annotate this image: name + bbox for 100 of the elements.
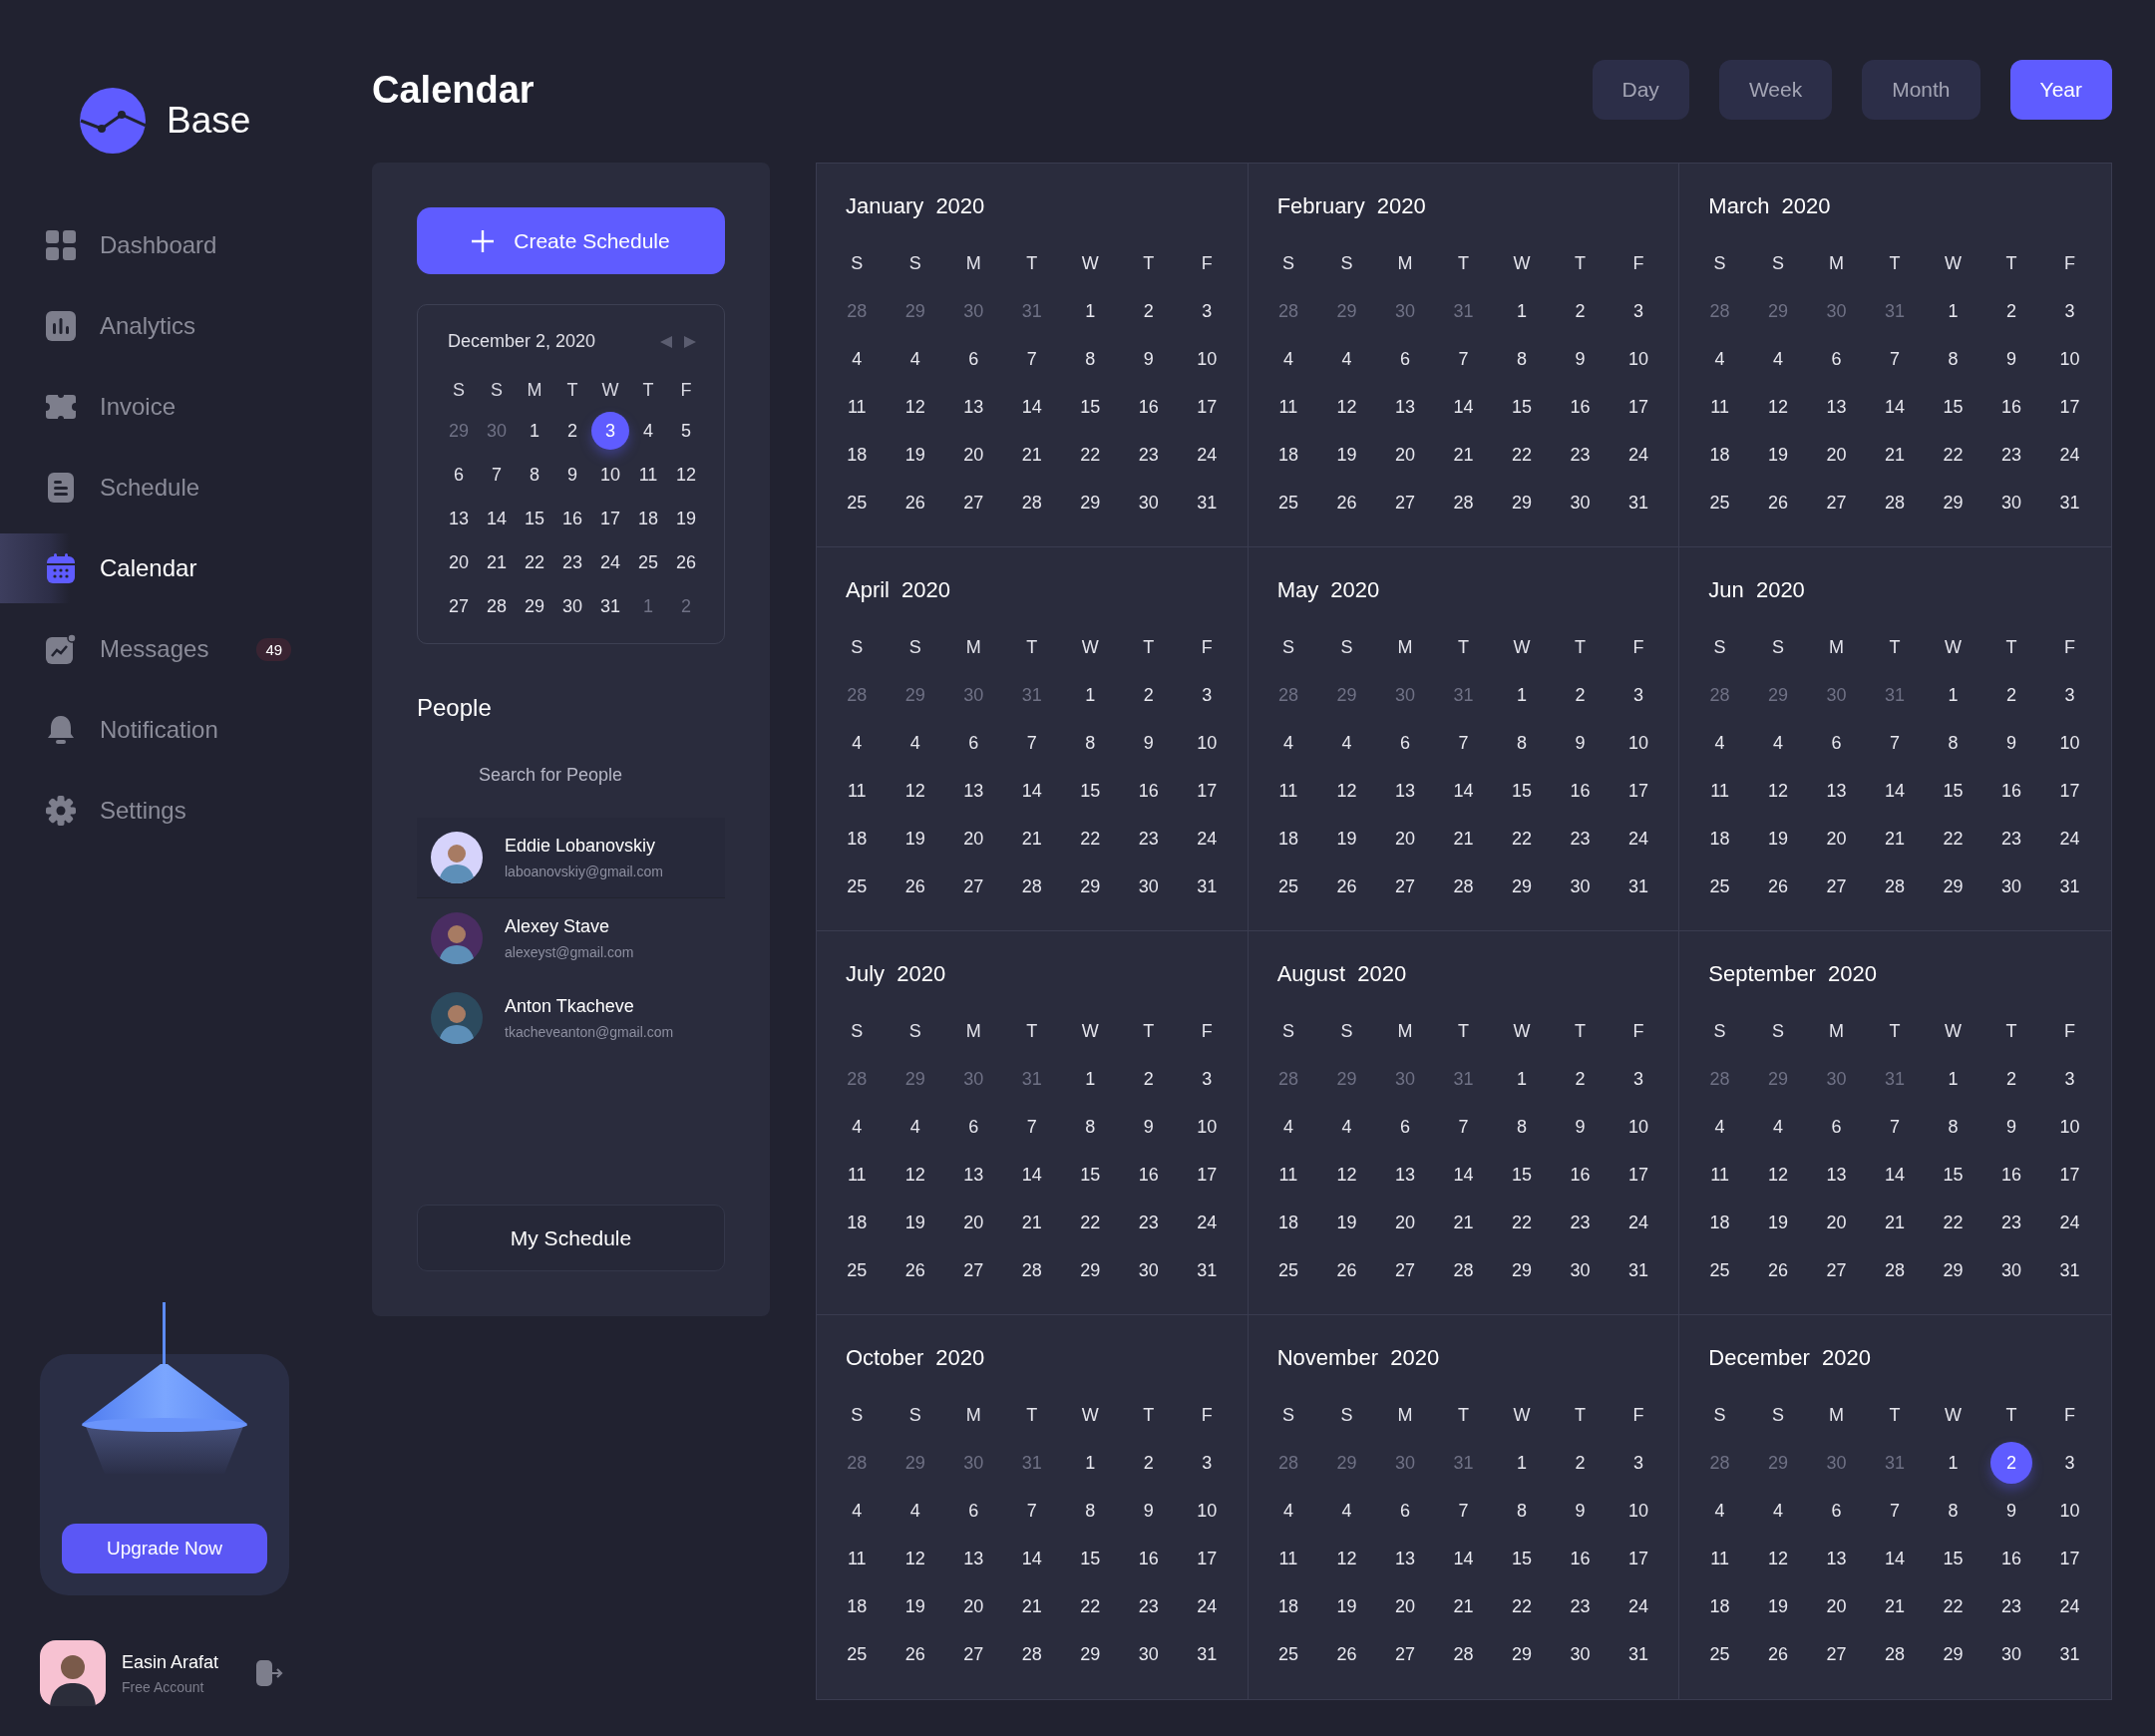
calendar-day[interactable]: 6 [1383,338,1426,380]
calendar-day[interactable]: 19 [1757,818,1800,860]
calendar-day[interactable]: 28 [1442,1633,1485,1675]
calendar-day[interactable]: 4 [1266,722,1309,764]
calendar-day[interactable]: 4 [1325,1106,1368,1148]
calendar-day[interactable]: 24 [591,543,629,581]
calendar-day[interactable]: 1 [1500,1442,1543,1484]
nav-item[interactable]: Settings [0,776,312,846]
calendar-day[interactable]: 24 [1616,818,1659,860]
calendar-day[interactable]: 18 [629,500,667,537]
calendar-day[interactable]: 3 [2048,674,2091,716]
calendar-day[interactable]: 6 [1383,1106,1426,1148]
calendar-day[interactable]: 11 [1698,1538,1741,1579]
calendar-day[interactable]: 28 [1010,482,1053,523]
calendar-day[interactable]: 17 [1616,1538,1659,1579]
calendar-day[interactable]: 25 [836,866,879,907]
calendar-day[interactable]: 16 [1127,386,1170,428]
calendar-day[interactable]: 22 [516,543,553,581]
calendar-day[interactable]: 29 [1500,866,1543,907]
calendar-day[interactable]: 19 [1325,434,1368,476]
calendar-day[interactable]: 4 [1757,722,1800,764]
calendar-day[interactable]: 26 [667,543,705,581]
calendar-day[interactable]: 9 [1127,1490,1170,1532]
calendar-day[interactable]: 26 [1325,482,1368,523]
calendar-day[interactable]: 17 [1616,386,1659,428]
calendar-day[interactable]: 28 [1874,866,1917,907]
calendar-day[interactable]: 28 [478,587,516,625]
calendar-day[interactable]: 11 [836,770,879,812]
calendar-day[interactable]: 8 [1500,1106,1543,1148]
calendar-day[interactable]: 2 [1559,1442,1602,1484]
calendar-day[interactable]: 31 [1616,1633,1659,1675]
calendar-day[interactable]: 15 [1069,1538,1112,1579]
calendar-day[interactable]: 4 [1757,338,1800,380]
calendar-day[interactable]: 21 [1010,1202,1053,1243]
calendar-day[interactable]: 3 [2048,1442,2091,1484]
calendar-day[interactable]: 17 [1186,386,1229,428]
calendar-day[interactable]: 26 [1757,866,1800,907]
calendar-day[interactable]: 1 [1069,290,1112,332]
calendar-day[interactable]: 12 [1325,1538,1368,1579]
calendar-day[interactable]: 27 [1815,866,1858,907]
calendar-day[interactable]: 15 [516,500,553,537]
calendar-day[interactable]: 14 [1442,386,1485,428]
calendar-day[interactable]: 31 [1616,1249,1659,1291]
calendar-day[interactable]: 18 [1698,1202,1741,1243]
calendar-day[interactable]: 16 [1559,386,1602,428]
calendar-day[interactable]: 30 [1127,1633,1170,1675]
calendar-day[interactable]: 4 [894,1490,936,1532]
calendar-day[interactable]: 1 [516,412,553,450]
calendar-day[interactable]: 17 [1186,770,1229,812]
calendar-day[interactable]: 21 [1874,1585,1917,1627]
calendar-day[interactable]: 21 [1874,818,1917,860]
calendar-day[interactable]: 6 [952,1490,995,1532]
calendar-day[interactable]: 30 [1559,1633,1602,1675]
calendar-day[interactable]: 1 [1932,290,1975,332]
calendar-day[interactable]: 20 [1815,434,1858,476]
nav-item[interactable]: Invoice [0,372,312,442]
calendar-day[interactable]: 24 [1616,1585,1659,1627]
calendar-day[interactable]: 10 [1186,722,1229,764]
calendar-day[interactable]: 3 [1616,674,1659,716]
calendar-day[interactable]: 11 [1698,1154,1741,1196]
calendar-day[interactable]: 9 [1990,1490,2033,1532]
calendar-day[interactable]: 12 [1757,386,1800,428]
calendar-day[interactable]: 31 [1186,1249,1229,1291]
calendar-day[interactable]: 27 [440,587,478,625]
calendar-day[interactable]: 14 [1442,770,1485,812]
calendar-day[interactable]: 21 [1010,1585,1053,1627]
calendar-day[interactable]: 11 [1266,386,1309,428]
calendar-day[interactable]: 25 [836,1249,879,1291]
calendar-day[interactable]: 26 [1757,1249,1800,1291]
calendar-day[interactable]: 13 [440,500,478,537]
calendar-day[interactable]: 10 [2048,722,2091,764]
calendar-day[interactable]: 22 [1500,1585,1543,1627]
calendar-day[interactable]: 23 [1990,1202,2033,1243]
person-row[interactable]: Anton Tkacheve tkacheveanton@gmail.com [417,978,725,1058]
calendar-day[interactable]: 16 [1127,770,1170,812]
calendar-day[interactable]: 23 [1127,818,1170,860]
calendar-day[interactable]: 1 [1500,674,1543,716]
calendar-day[interactable]: 23 [1127,434,1170,476]
calendar-day[interactable]: 29 [1500,1633,1543,1675]
calendar-day[interactable]: 24 [1186,1585,1229,1627]
calendar-day[interactable]: 21 [1442,1585,1485,1627]
my-schedule-button[interactable]: My Schedule [417,1205,725,1271]
calendar-day[interactable]: 2 [1559,1058,1602,1100]
calendar-day[interactable]: 9 [1559,338,1602,380]
calendar-day[interactable]: 2 [1127,1058,1170,1100]
calendar-day[interactable]: 28 [1010,1249,1053,1291]
calendar-day[interactable]: 31 [1616,482,1659,523]
calendar-day[interactable]: 25 [1266,866,1309,907]
calendar-day[interactable]: 11 [836,1154,879,1196]
calendar-day[interactable]: 20 [1383,1585,1426,1627]
calendar-day[interactable]: 31 [2048,482,2091,523]
calendar-day[interactable]: 24 [2048,818,2091,860]
calendar-day[interactable]: 3 [2048,1058,2091,1100]
calendar-day[interactable]: 2 [1127,674,1170,716]
calendar-day[interactable]: 24 [1616,434,1659,476]
calendar-day[interactable]: 22 [1932,1202,1975,1243]
calendar-day[interactable]: 12 [1757,770,1800,812]
calendar-day[interactable]: 26 [894,1249,936,1291]
calendar-day[interactable]: 20 [1815,1585,1858,1627]
calendar-day[interactable]: 13 [952,770,995,812]
